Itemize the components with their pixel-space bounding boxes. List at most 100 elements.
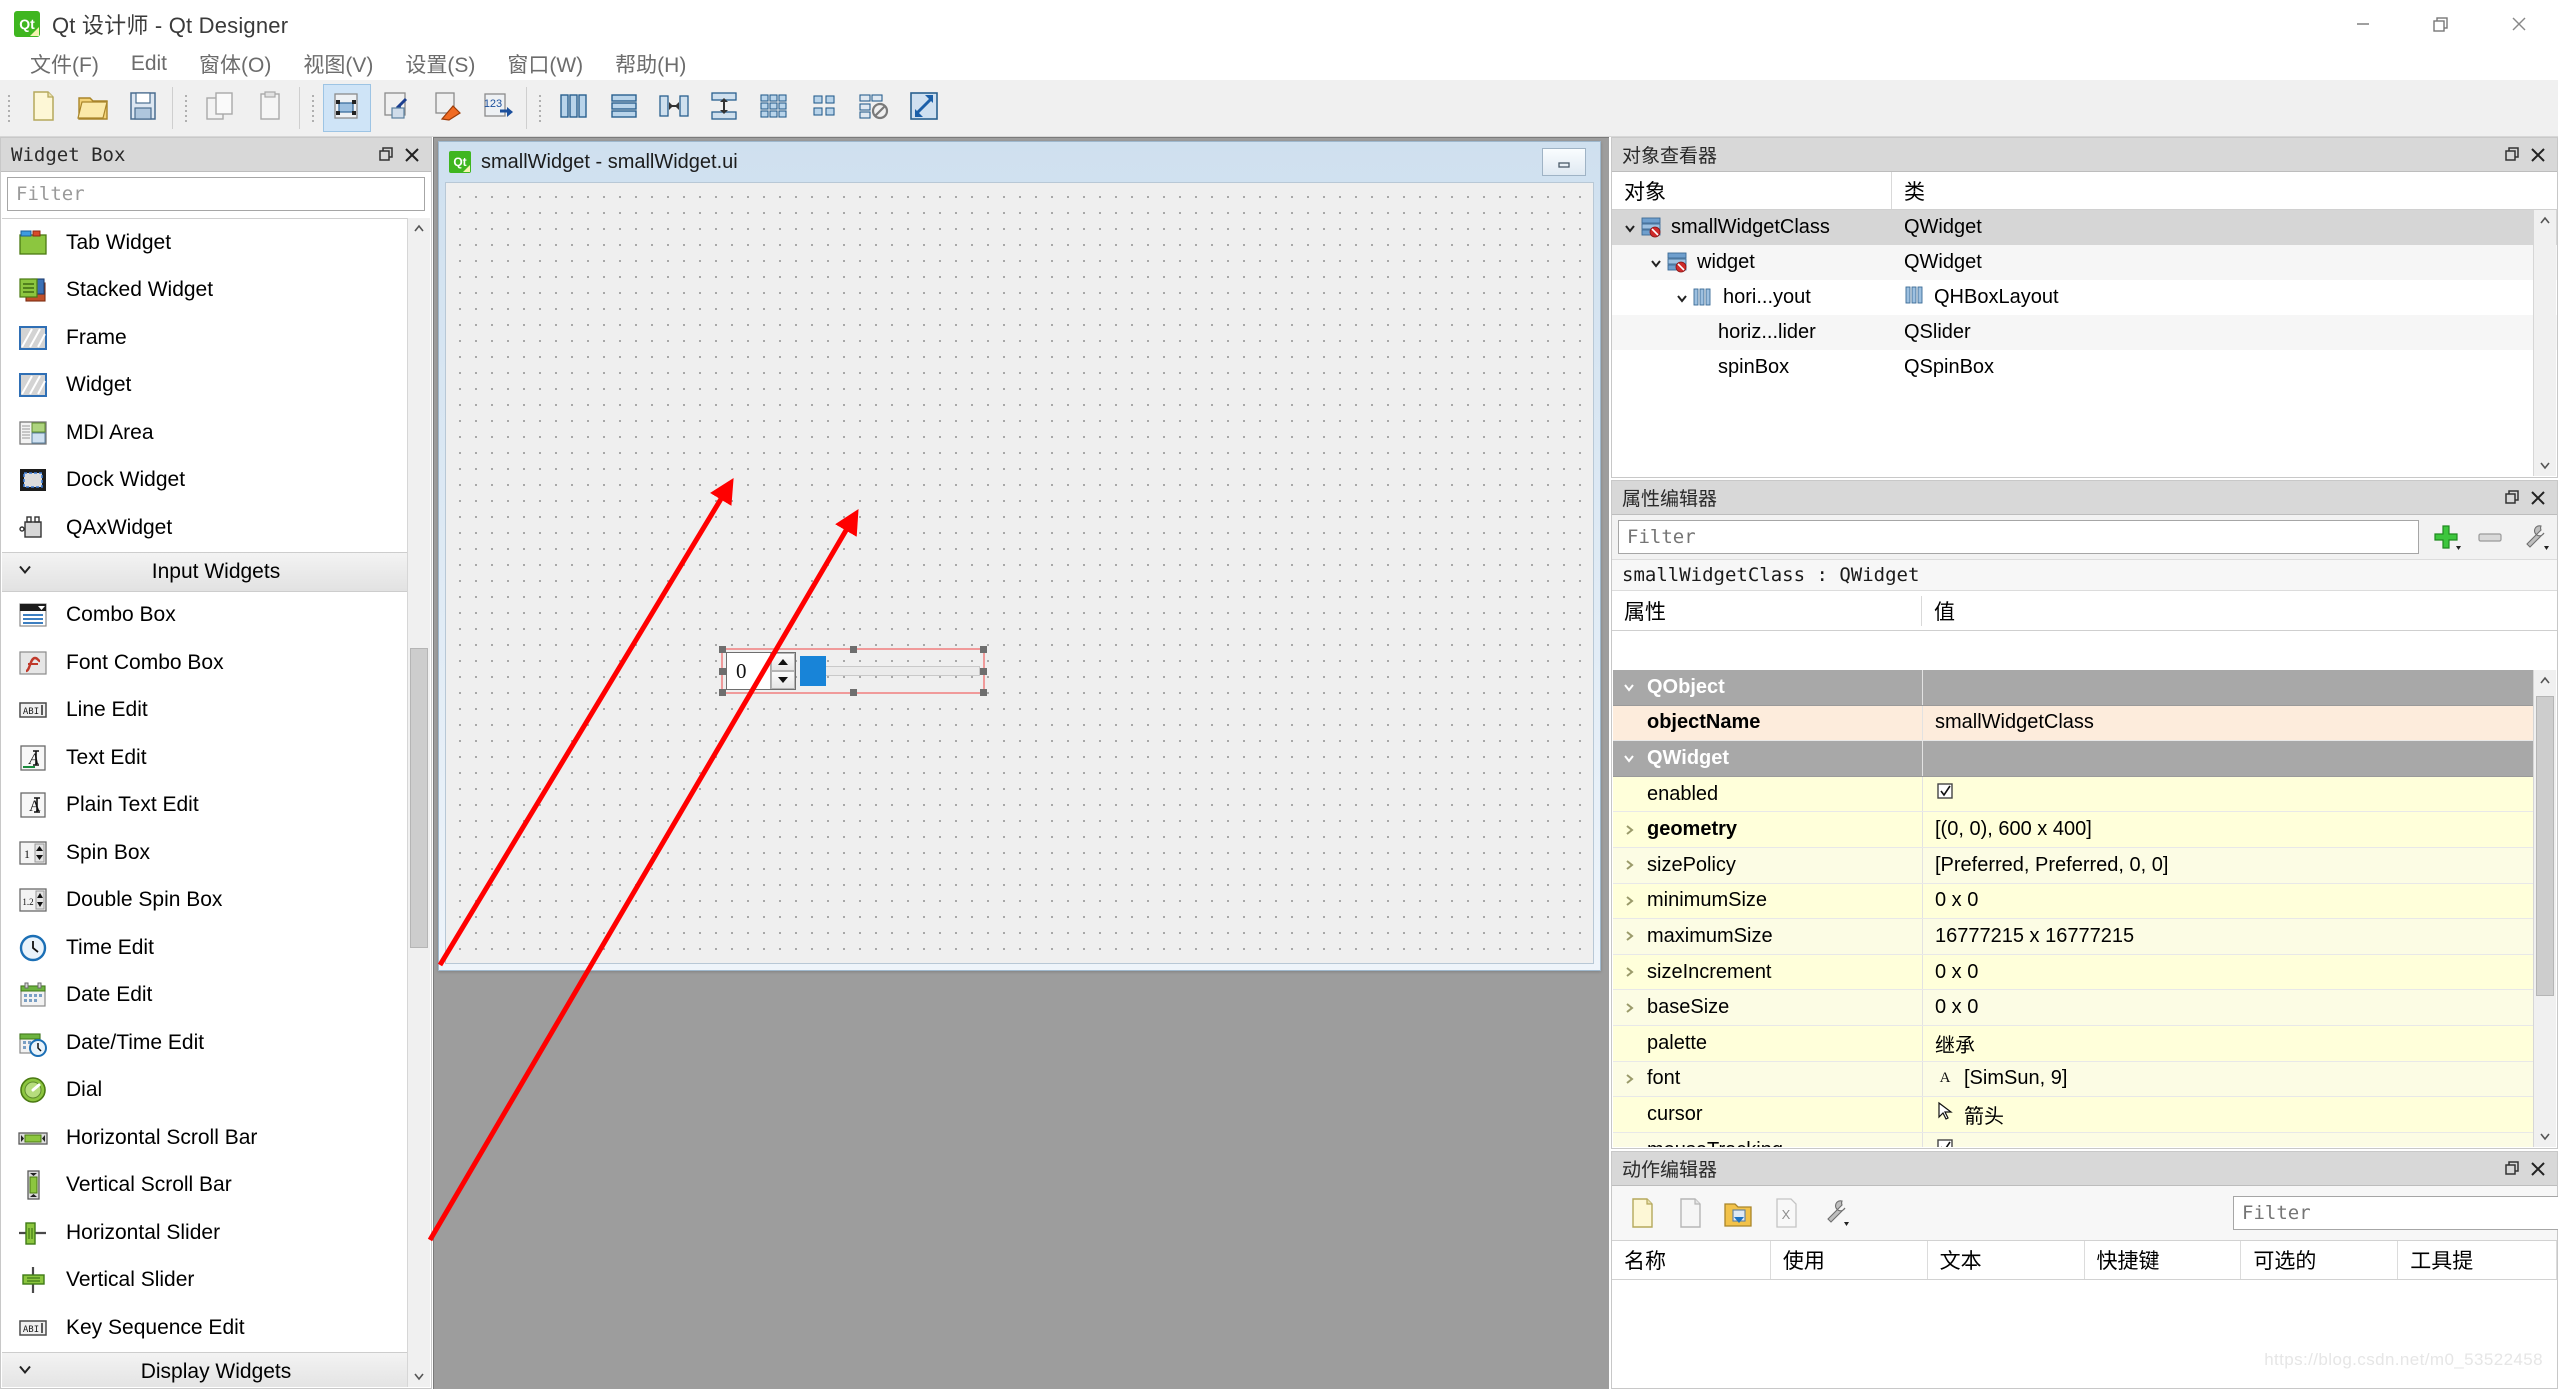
spin-box-steppers[interactable] (770, 653, 795, 689)
widget-box-item-plain-text-edit[interactable]: A Plain Text Edit (2, 782, 430, 830)
widget-box-float-button[interactable] (373, 142, 399, 168)
action-editor-column-header[interactable]: 文本 (1928, 1241, 2085, 1279)
property-row[interactable]: geometry[(0, 0), 600 x 400] (1613, 812, 2534, 848)
chevron-right-icon[interactable] (1617, 857, 1641, 873)
action-editor-close-button[interactable] (2525, 1156, 2551, 1182)
widget-box-item-mdi-area[interactable]: MDI Area (2, 409, 430, 457)
widget-box-item-qaxwidget[interactable]: QAxWidget (2, 504, 430, 552)
object-inspector-row[interactable]: widgetQWidget (1612, 245, 2557, 280)
scroll-down-icon[interactable] (408, 1365, 430, 1387)
spin-down-icon[interactable] (771, 671, 795, 689)
object-inspector-float-button[interactable] (2499, 142, 2525, 168)
widget-box-item-vertical-slider[interactable]: Vertical Slider (2, 1257, 430, 1305)
action-editor-column-header[interactable]: 名称 (1612, 1241, 1771, 1279)
edit-tab-order-button[interactable]: 123 (473, 84, 521, 132)
widget-box-item-double-spin-box[interactable]: 1.2 Double Spin Box (2, 877, 430, 925)
form-canvas[interactable]: 0 (445, 182, 1594, 964)
selection-handle[interactable] (980, 646, 987, 653)
edit-signals-slots-button[interactable] (373, 84, 421, 132)
selection-handle[interactable] (719, 689, 726, 696)
menu-file[interactable]: 文件(F) (14, 46, 115, 82)
open-form-button[interactable] (69, 84, 117, 132)
property-row[interactable]: objectNamesmallWidgetClass (1613, 706, 2534, 742)
property-row[interactable]: enabled (1613, 777, 2534, 813)
configure-property-button[interactable] (2517, 520, 2551, 554)
action-editor-column-header[interactable]: 工具提 (2398, 1241, 2557, 1279)
widget-box-category-input-widgets[interactable]: Input Widgets (2, 552, 430, 592)
property-row[interactable]: minimumSize0 x 0 (1613, 884, 2534, 920)
checkbox[interactable] (1935, 781, 1955, 807)
property-editor-filter-input[interactable] (1618, 520, 2419, 554)
widget-box-item-font-combo-box[interactable]: Font Combo Box (2, 639, 430, 687)
menu-edit[interactable]: Edit (115, 49, 183, 79)
widget-box-item-horizontal-slider[interactable]: Horizontal Slider (2, 1209, 430, 1257)
checkbox[interactable] (1935, 1137, 1955, 1147)
widget-box-item-combo-box[interactable]: Combo Box (2, 592, 430, 640)
property-row[interactable]: QWidget (1613, 741, 2534, 777)
action-editor-float-button[interactable] (2499, 1156, 2525, 1182)
chevron-down-icon[interactable] (1672, 290, 1692, 306)
menu-window[interactable]: 窗口(W) (491, 46, 599, 82)
property-editor-close-button[interactable] (2525, 485, 2551, 511)
layout-splitter-vertical-button[interactable] (700, 84, 748, 132)
new-form-button[interactable] (19, 84, 67, 132)
action-editor-column-header[interactable]: 使用 (1771, 1241, 1928, 1279)
save-form-button[interactable] (119, 84, 167, 132)
copy-action-button[interactable] (1668, 1191, 1712, 1235)
selection-handle[interactable] (719, 646, 726, 653)
adjust-size-button[interactable] (900, 84, 948, 132)
layout-grid-button[interactable] (750, 84, 798, 132)
widget-box-filter-input[interactable] (7, 177, 425, 211)
menu-view[interactable]: 视图(V) (287, 46, 389, 82)
menu-form[interactable]: 窗体(O) (183, 46, 287, 82)
edit-action-button[interactable] (1716, 1191, 1760, 1235)
widget-box-list[interactable]: Tab Widget Stacked Widget Frame Widget M… (2, 218, 430, 1387)
action-editor-column-header[interactable]: 可选的 (2241, 1241, 2398, 1279)
layout-splitter-horizontal-button[interactable] (650, 84, 698, 132)
scroll-up-icon[interactable] (408, 218, 430, 240)
property-row[interactable]: maximumSize16777215 x 16777215 (1613, 919, 2534, 955)
property-row[interactable]: baseSize0 x 0 (1613, 990, 2534, 1026)
chevron-down-icon[interactable] (1646, 255, 1666, 271)
scroll-down-icon[interactable] (2534, 1125, 2556, 1147)
close-button[interactable] (2480, 0, 2558, 48)
layout-horizontally-button[interactable] (550, 84, 598, 132)
add-property-button[interactable] (2429, 520, 2463, 554)
widget-box-category-display-widgets[interactable]: Display Widgets (2, 1352, 430, 1388)
chevron-right-icon[interactable] (1617, 1071, 1641, 1087)
edit-buddies-button[interactable] (423, 84, 471, 132)
maximize-restore-button[interactable] (2402, 0, 2480, 48)
paste-button[interactable] (246, 84, 294, 132)
widget-box-item-dial[interactable]: Dial (2, 1067, 430, 1115)
object-inspector-row[interactable]: hori...yout QHBoxLayout (1612, 280, 2557, 315)
action-editor-filter-input[interactable] (2233, 1196, 2558, 1230)
scroll-down-icon[interactable] (2534, 454, 2556, 476)
object-inspector-tree[interactable]: smallWidgetClassQWidget widgetQWidget ho… (1612, 210, 2557, 385)
toolbar-grip[interactable] (180, 87, 192, 129)
widget-box-item-text-edit[interactable]: A Text Edit (2, 734, 430, 782)
edit-widgets-button[interactable] (323, 84, 371, 132)
widget-box-item-stacked-widget[interactable]: Stacked Widget (2, 267, 430, 315)
minimize-button[interactable] (2324, 0, 2402, 48)
object-inspector-row[interactable]: smallWidgetClassQWidget (1612, 210, 2557, 245)
selection-handle[interactable] (850, 646, 857, 653)
copy-button[interactable] (196, 84, 244, 132)
remove-property-button[interactable] (2473, 520, 2507, 554)
layout-vertically-button[interactable] (600, 84, 648, 132)
property-editor-scroll-thumb[interactable] (2536, 696, 2554, 996)
property-row[interactable]: mouseTracking (1613, 1133, 2534, 1147)
spin-up-icon[interactable] (771, 653, 795, 671)
property-row[interactable]: palette继承 (1613, 1026, 2534, 1062)
widget-box-scrollbar[interactable] (407, 218, 430, 1387)
property-editor-scrollbar[interactable] (2533, 670, 2556, 1147)
property-editor-rows[interactable]: QObjectobjectNamesmallWidgetClassQWidget… (1613, 670, 2534, 1147)
object-inspector-close-button[interactable] (2525, 142, 2551, 168)
chevron-right-icon[interactable] (1617, 964, 1641, 980)
widget-box-item-date-time-edit[interactable]: Date/Time Edit (2, 1019, 430, 1067)
widget-box-item-line-edit[interactable]: ABI Line Edit (2, 687, 430, 735)
chevron-right-icon[interactable] (1617, 893, 1641, 909)
property-row[interactable]: cursor箭头 (1613, 1097, 2534, 1133)
selection-handle[interactable] (850, 689, 857, 696)
widget-box-item-spin-box[interactable]: 1 Spin Box (2, 829, 430, 877)
new-action-button[interactable] (1620, 1191, 1664, 1235)
